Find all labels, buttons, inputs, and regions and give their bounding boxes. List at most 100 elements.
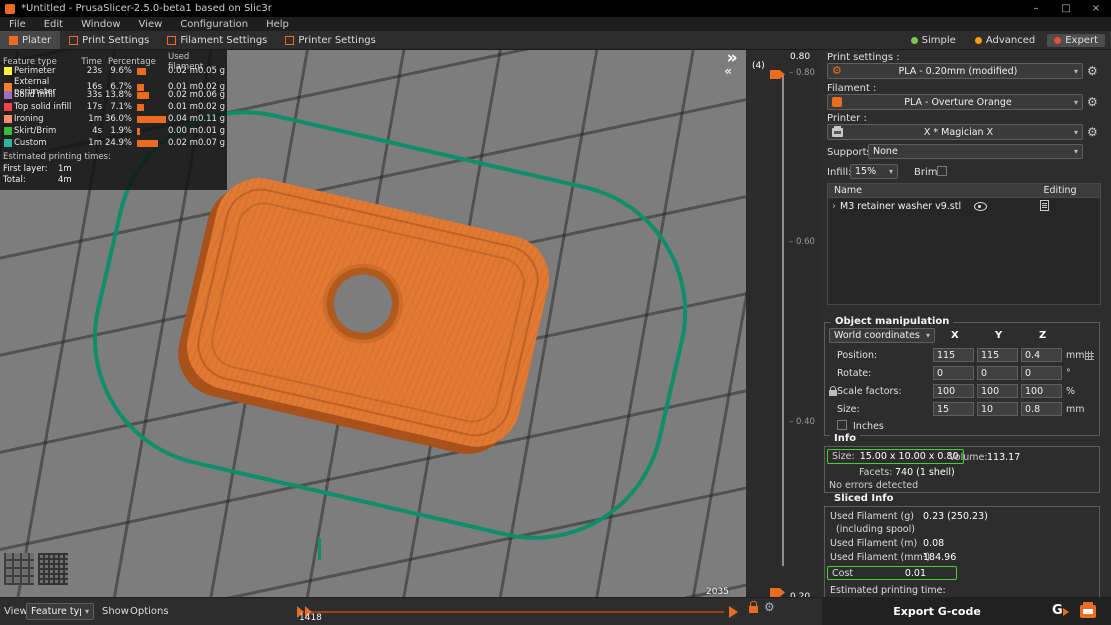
position-z-input[interactable] (1021, 348, 1062, 362)
tab-plater[interactable]: Plater (0, 31, 60, 49)
menu-view[interactable]: View (130, 19, 172, 30)
minimize-button[interactable]: – (1021, 0, 1051, 17)
tab-filament-settings[interactable]: Filament Settings (158, 31, 276, 49)
tab-printer-settings[interactable]: Printer Settings (276, 31, 384, 49)
object-name: M3 retainer washer v9.stl (840, 201, 961, 212)
infill-value: 15% (855, 166, 876, 177)
infill-label: Infill: (827, 167, 852, 178)
legend-row[interactable]: Skirt/Brim 4s 1.9% 0.00 m 0.01 g (3, 125, 224, 137)
filament-label: Filament : (827, 83, 876, 94)
titlebar: *Untitled - PrusaSlicer-2.5.0-beta1 base… (0, 0, 1111, 17)
legend-row[interactable]: Solid infill 33s 13.8% 0.02 m 0.06 g (3, 89, 224, 101)
export-gcode-icon[interactable]: G (1052, 603, 1072, 619)
moves-slider-left-value: 1418 (299, 613, 322, 623)
coordinates-combo[interactable]: World coordinates ▾ (829, 328, 935, 343)
menu-file[interactable]: File (0, 19, 35, 30)
menu-help[interactable]: Help (257, 19, 298, 30)
filament-gear-button[interactable]: ⚙ (1087, 94, 1098, 110)
moves-slider[interactable] (295, 598, 740, 625)
one-layer-lock-icon[interactable] (749, 606, 758, 613)
mode-expert[interactable]: Expert (1047, 34, 1105, 47)
print-settings-gear-button[interactable]: ⚙ (1087, 63, 1098, 79)
brim-checkbox[interactable] (937, 166, 947, 176)
size-x-input[interactable] (933, 402, 974, 416)
plater-tab-icon (9, 36, 18, 45)
object-row[interactable]: › M3 retainer washer v9.stl (828, 198, 1100, 214)
printer-combo[interactable]: X * Magician X ▾ (827, 124, 1083, 140)
printer-gear-button[interactable]: ⚙ (1087, 124, 1098, 140)
scale-y-input[interactable] (977, 384, 1018, 398)
expert-mode-dot-icon (1054, 37, 1061, 44)
menu-window[interactable]: Window (72, 19, 129, 30)
feature-color-swatch (4, 67, 12, 75)
filament-color-icon (832, 97, 842, 107)
slider-gear-icon[interactable]: ⚙ (764, 600, 775, 614)
viewport-3d[interactable]: » « Feature type Time Percentage Used fi… (0, 50, 746, 597)
tab-print-settings[interactable]: Print Settings (60, 31, 158, 49)
collapse-left-icon: « (724, 65, 732, 78)
sliced-info-group: Used Filament (g) 0.23 (250.23) (includi… (824, 506, 1100, 597)
legend-row[interactable]: Custom 1m 24.9% 0.02 m 0.07 g (3, 137, 224, 149)
chevron-down-icon: ▾ (926, 331, 930, 340)
scale-z-input[interactable] (1021, 384, 1062, 398)
rotate-x-input[interactable] (933, 366, 974, 380)
volume-label: Volume: (949, 452, 988, 463)
size-z-input[interactable] (1021, 402, 1062, 416)
rotate-y-input[interactable] (977, 366, 1018, 380)
legend-row[interactable]: Ironing 1m 36.0% 0.04 m 0.11 g (3, 113, 224, 125)
collapse-sidebar-button[interactable]: » « (724, 52, 740, 78)
model-size-value: 15.00 x 10.00 x 0.80 (860, 451, 959, 462)
legend-row[interactable]: External perimeter 16s 6.7% 0.01 m 0.02 … (3, 77, 224, 89)
layer-slider[interactable]: 0.80 (4) 0.80 0.60 0.40 0.20 (1) (746, 50, 822, 597)
moves-slider-right-handle[interactable] (729, 606, 738, 618)
mode-simple[interactable]: Simple (904, 34, 963, 47)
supports-combo[interactable]: None ▾ (868, 144, 1083, 159)
export-gcode-button[interactable]: Export G-code (822, 605, 1052, 618)
coordinates-grid-icon[interactable] (1085, 351, 1094, 360)
menu-edit[interactable]: Edit (35, 19, 72, 30)
position-x-input[interactable] (933, 348, 974, 362)
legend-row[interactable]: Top solid infill 17s 7.1% 0.01 m 0.02 g (3, 101, 224, 113)
bed-logo (4, 553, 68, 585)
uniform-scale-lock-icon[interactable] (829, 390, 837, 396)
object-list: Name Editing › M3 retainer washer v9.stl (827, 183, 1101, 305)
maximize-button[interactable]: □ (1051, 0, 1081, 17)
size-y-input[interactable] (977, 402, 1018, 416)
printer-label: Printer : (827, 113, 867, 124)
edit-icon[interactable] (1040, 200, 1049, 211)
send-to-printer-icon[interactable] (1080, 605, 1096, 618)
position-y-input[interactable] (977, 348, 1018, 362)
expand-icon[interactable]: › (828, 201, 840, 212)
chevron-down-icon: ▾ (1074, 98, 1078, 107)
chevron-down-icon: ▾ (1074, 147, 1078, 156)
rotate-z-input[interactable] (1021, 366, 1062, 380)
infill-combo[interactable]: 15% ▾ (850, 164, 898, 179)
moves-slider-track[interactable] (305, 611, 724, 613)
view-mode-combo[interactable]: Feature type ▾ (26, 603, 94, 620)
close-button[interactable]: × (1081, 0, 1111, 17)
feature-color-swatch (4, 91, 12, 99)
coordinates-value: World coordinates (834, 330, 920, 341)
position-row: Position: mm (825, 348, 1099, 363)
layer-slider-track[interactable] (782, 74, 784, 566)
spool-note: (including spool) (836, 524, 915, 535)
inches-checkbox[interactable] (837, 420, 847, 430)
legend-row[interactable]: Perimeter 23s 9.6% 0.02 m 0.05 g (3, 65, 224, 77)
options-button[interactable]: Options (130, 606, 169, 617)
cost-label: Cost (832, 568, 853, 579)
volume-value: 113.17 (987, 452, 1020, 463)
gcode-arrow-icon (1063, 608, 1069, 616)
scale-x-input[interactable] (933, 384, 974, 398)
total-time: Total: 4m (3, 175, 224, 186)
eye-icon[interactable] (974, 202, 987, 211)
used-filament-m-value: 0.08 (923, 538, 944, 549)
menu-configuration[interactable]: Configuration (171, 19, 257, 30)
mode-advanced[interactable]: Advanced (968, 34, 1042, 47)
object-manipulation-group: Object manipulation World coordinates ▾ … (824, 322, 1100, 436)
print-settings-combo[interactable]: ⚙ PLA - 0.20mm (modified) ▾ (827, 63, 1083, 79)
filament-combo[interactable]: PLA - Overture Orange ▾ (827, 94, 1083, 110)
layer-slider-bottom-handle[interactable] (770, 588, 785, 597)
print-profile-icon: ⚙ (832, 66, 842, 76)
window-title: *Untitled - PrusaSlicer-2.5.0-beta1 base… (21, 3, 272, 14)
mode-label: Advanced (986, 35, 1035, 46)
